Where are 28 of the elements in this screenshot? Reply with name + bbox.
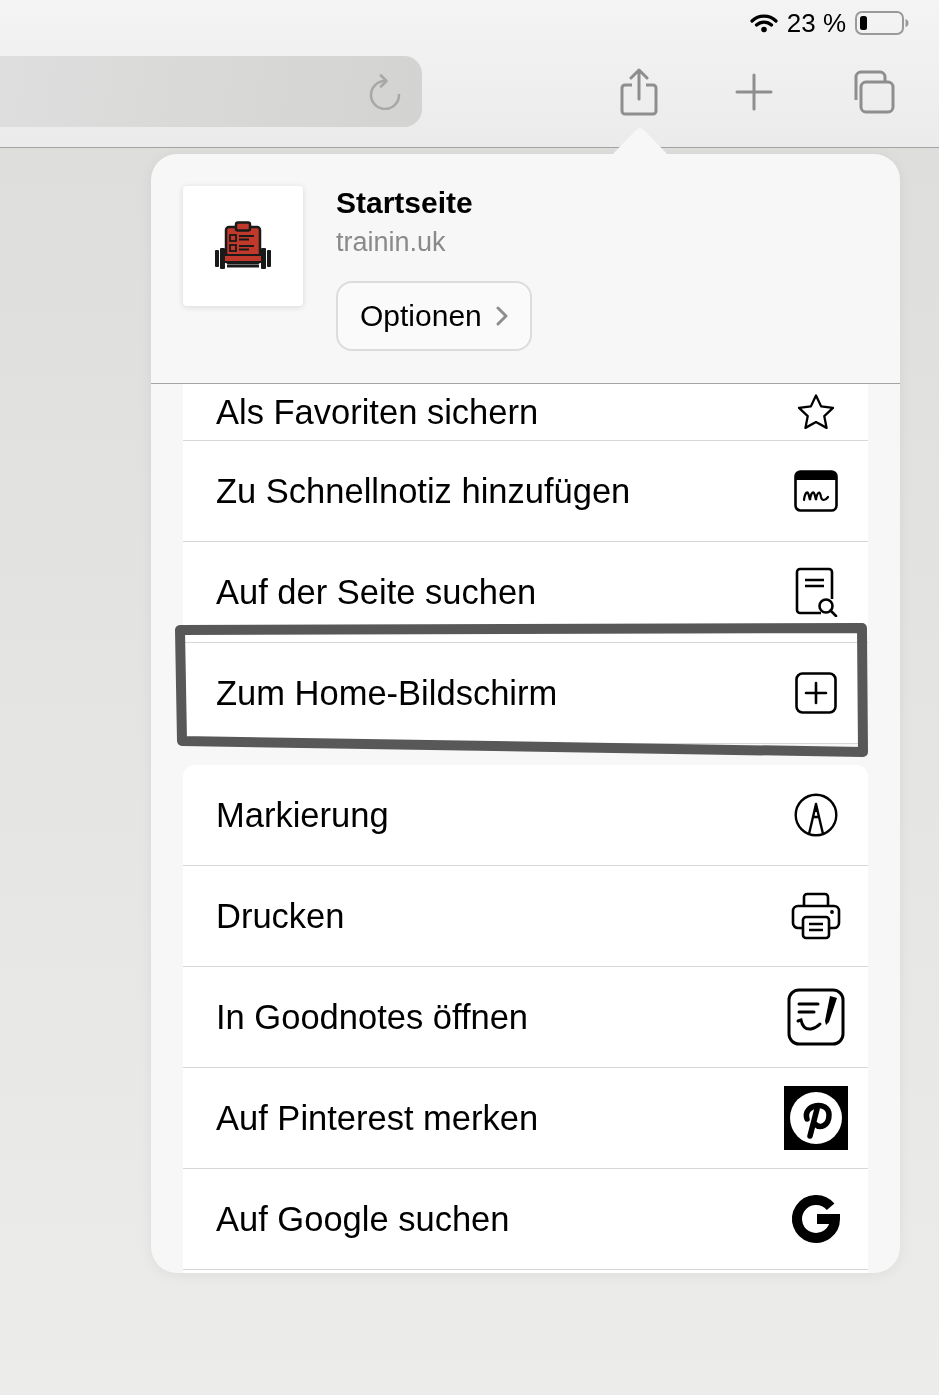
page-title: Startseite — [336, 186, 473, 220]
new-tab-icon[interactable] — [735, 72, 773, 111]
options-button[interactable]: Optionen — [336, 281, 532, 351]
chevron-icon — [495, 306, 508, 326]
menu-item[interactable]: Zu Schnellnotiz hinzufügen — [183, 441, 868, 542]
menu-item[interactable]: Als Favoriten sichern — [183, 384, 868, 441]
pinterest-logo-icon — [784, 1086, 848, 1150]
quick-note-icon — [794, 470, 838, 512]
markup-pen-icon — [794, 793, 838, 837]
reload-icon[interactable] — [368, 73, 402, 110]
menu-item[interactable]: Drucken — [183, 866, 868, 967]
page-url: trainin.uk — [336, 226, 446, 258]
menu-item[interactable]: Auf Google suchen — [183, 1169, 868, 1270]
find-in-page-icon — [794, 567, 838, 617]
menu-item[interactable]: Auf Pinterest merken — [183, 1068, 868, 1169]
wifi-icon — [749, 13, 778, 33]
notes-pen-icon — [787, 988, 845, 1046]
printer-icon — [791, 892, 841, 940]
battery-percentage: 23 % — [786, 7, 846, 39]
star-icon — [796, 393, 836, 431]
google-logo-icon — [789, 1192, 843, 1246]
add-square-icon — [795, 672, 837, 714]
share-icon[interactable] — [620, 67, 658, 116]
menu-item[interactable]: Auf der Seite suchen — [183, 542, 868, 643]
menu-item[interactable]: Markierung — [183, 765, 868, 866]
battery-icon — [855, 11, 909, 35]
clipboard-barbell-icon — [183, 186, 303, 306]
menu-item[interactable]: In Goodnotes öffnen — [183, 967, 868, 1068]
